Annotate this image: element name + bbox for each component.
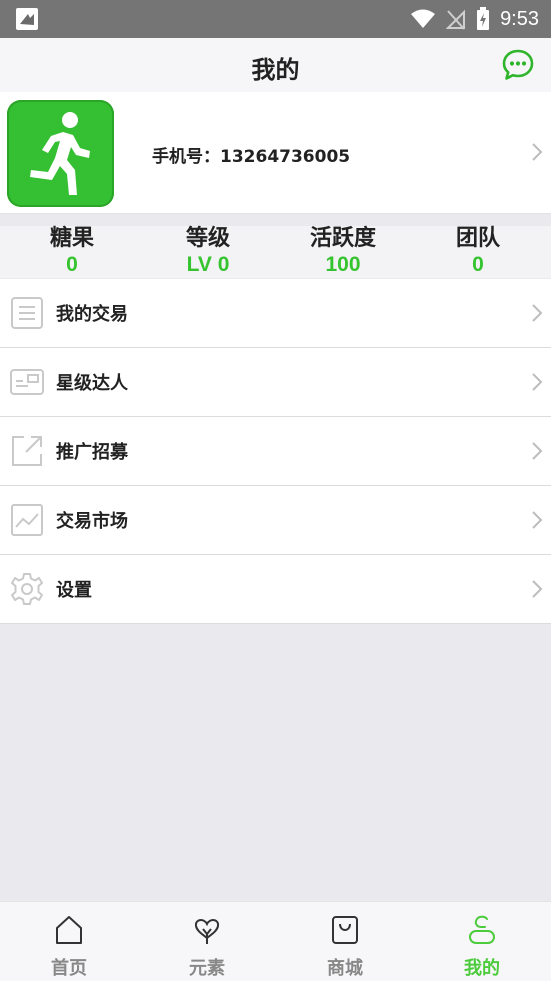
app-header: 我的 [0, 38, 551, 92]
menu-item-promotion[interactable]: 推广招募 [0, 417, 551, 486]
chevron-right-icon [532, 442, 543, 460]
wifi-icon [411, 9, 436, 28]
stat-value: 0 [66, 253, 78, 276]
clock: 9:53 [500, 7, 539, 30]
app-notification-icon [16, 8, 38, 30]
stats-bar: 糖果 0 等级 LV 0 活跃度 100 团队 0 [0, 226, 551, 278]
gear-icon [11, 573, 43, 605]
chevron-right-icon [532, 373, 543, 391]
share-icon [12, 436, 42, 466]
menu-item-my-trades[interactable]: 我的交易 [0, 279, 551, 348]
stat-level[interactable]: 等级 LV 0 [148, 226, 268, 278]
element-icon [194, 919, 220, 944]
menu-item-label: 我的交易 [56, 304, 128, 325]
id-card-icon [10, 369, 44, 395]
stat-value: LV 0 [186, 253, 230, 276]
nav-elements[interactable]: 元素 [138, 902, 276, 981]
chevron-right-icon [532, 511, 543, 529]
chevron-right-icon [532, 304, 543, 322]
shop-icon [332, 916, 358, 944]
phone-separator: ： [203, 147, 220, 167]
stat-label: 等级 [185, 226, 230, 251]
chevron-right-icon [532, 143, 543, 161]
menu-item-label: 星级达人 [56, 373, 128, 394]
profile-card[interactable]: 手机号：13264736005 [0, 92, 551, 214]
status-bar: 9:53 [0, 0, 551, 38]
status-icons: 9:53 [410, 0, 539, 38]
no-signal-icon [446, 9, 466, 30]
menu-item-label: 交易市场 [56, 511, 128, 532]
nav-mine[interactable]: 我的 [413, 902, 551, 981]
nav-home[interactable]: 首页 [0, 902, 138, 981]
page-title: 我的 [251, 56, 300, 84]
stat-label: 活跃度 [309, 226, 376, 251]
phone-label: 手机号 [152, 147, 203, 167]
battery-charging-icon [477, 7, 490, 30]
menu-item-label: 设置 [56, 580, 92, 601]
home-icon [56, 916, 82, 944]
nav-shop[interactable]: 商城 [276, 902, 414, 981]
list-icon [11, 297, 43, 329]
stat-label: 糖果 [49, 226, 94, 251]
nav-label: 首页 [51, 958, 87, 979]
stat-candy[interactable]: 糖果 0 [12, 226, 132, 278]
running-person-icon [30, 112, 90, 195]
nav-label: 商城 [327, 958, 363, 979]
stat-value: 100 [325, 253, 361, 276]
nav-label: 元素 [189, 958, 225, 979]
stat-label: 团队 [455, 226, 500, 251]
nav-label: 我的 [464, 958, 500, 979]
chart-icon [11, 504, 43, 536]
chevron-right-icon [532, 580, 543, 598]
avatar[interactable] [7, 100, 114, 207]
menu-item-label: 推广招募 [56, 442, 128, 463]
stat-activity[interactable]: 活跃度 100 [283, 226, 403, 278]
menu-item-settings[interactable]: 设置 [0, 555, 551, 624]
stat-value: 0 [472, 253, 484, 276]
phone-number: 手机号：13264736005 [152, 142, 350, 167]
bottom-nav: 首页 元素 商城 我的 [0, 901, 551, 981]
stat-team[interactable]: 团队 0 [418, 226, 538, 278]
message-button[interactable] [501, 48, 535, 82]
chat-bubble-icon [502, 49, 534, 80]
menu-item-market[interactable]: 交易市场 [0, 486, 551, 555]
menu-list: 我的交易 星级达人 推广招募 交易市场 设置 [0, 279, 551, 624]
phone-value: 13264736005 [220, 147, 351, 167]
user-icon [469, 915, 495, 944]
menu-item-star-expert[interactable]: 星级达人 [0, 348, 551, 417]
